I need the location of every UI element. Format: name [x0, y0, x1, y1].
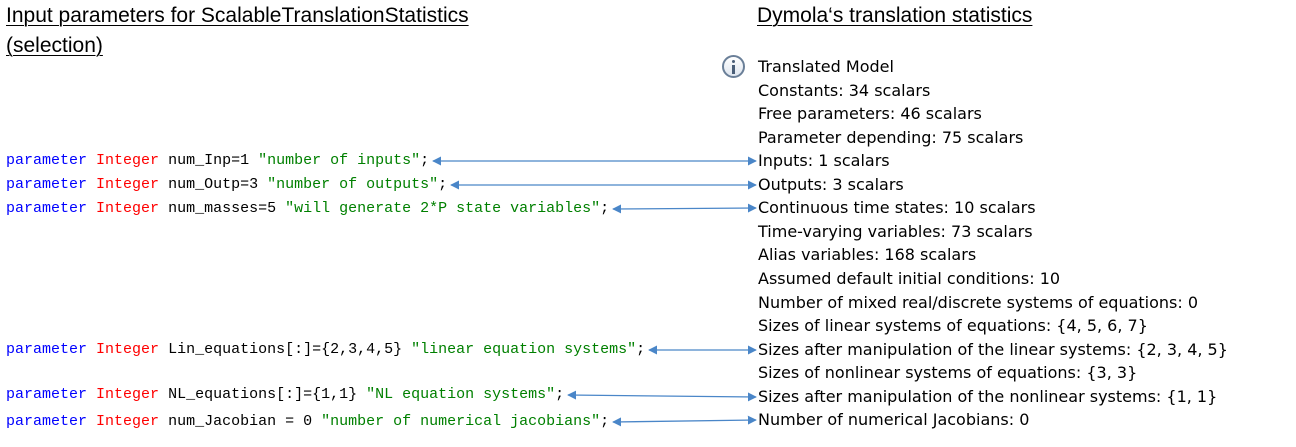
stat-line: Time-varying variables: 73 scalars [758, 222, 1033, 241]
code-terminator: ; [636, 341, 646, 358]
code-keyword: parameter [6, 200, 88, 217]
code-declaration: NL_equations[:]={1,1} [168, 386, 367, 403]
stat-line: Parameter depending: 75 scalars [758, 128, 1024, 147]
stat-line: Outputs: 3 scalars [758, 175, 904, 194]
code-type: Integer [96, 200, 160, 217]
code-type: Integer [96, 413, 160, 430]
code-keyword: parameter [6, 176, 88, 193]
stat-line: Sizes of nonlinear systems of equations:… [758, 363, 1138, 382]
code-declaration: num_Inp=1 [168, 152, 259, 169]
code-terminator: ; [555, 386, 565, 403]
code-string: "will generate 2*P state variables" [285, 200, 601, 217]
code-declaration: num_masses=5 [168, 200, 286, 217]
connector-arrow [612, 415, 757, 427]
connector-arrow [567, 390, 757, 402]
code-terminator: ; [438, 176, 448, 193]
code-type: Integer [96, 176, 160, 193]
code-type: Integer [96, 386, 160, 403]
stat-line: Sizes after manipulation of the linear s… [758, 340, 1228, 359]
stat-line: Free parameters: 46 scalars [758, 104, 982, 123]
code-string: "linear equation systems" [411, 341, 637, 358]
stat-line: Alias variables: 168 scalars [758, 245, 977, 264]
code-keyword: parameter [6, 413, 88, 430]
code-declaration: Lin_equations[:]={2,3,4,5} [168, 341, 412, 358]
code-line: parameter Integer num_Inp=1 "number of i… [6, 151, 429, 171]
code-type: Integer [96, 341, 160, 358]
code-string: "number of inputs" [258, 152, 421, 169]
code-terminator: ; [600, 200, 610, 217]
code-type: Integer [96, 152, 160, 169]
code-terminator: ; [420, 152, 430, 169]
stat-line: Sizes of linear systems of equations: {4… [758, 316, 1148, 335]
stat-line: Sizes after manipulation of the nonlinea… [758, 387, 1218, 406]
code-line: parameter Integer num_masses=5 "will gen… [6, 199, 609, 219]
stat-line: Continuous time states: 10 scalars [758, 198, 1036, 217]
code-line: parameter Integer NL_equations[:]={1,1} … [6, 385, 564, 405]
code-string: "number of outputs" [267, 176, 439, 193]
stats-title: Translated Model [758, 57, 894, 76]
code-string: "NL equation systems" [366, 386, 556, 403]
stat-line: Constants: 34 scalars [758, 81, 931, 100]
code-line: parameter Integer num_Jacobian = 0 "numb… [6, 412, 609, 432]
code-string: "number of numerical jacobians" [321, 413, 601, 430]
code-declaration: num_Outp=3 [168, 176, 268, 193]
code-keyword: parameter [6, 152, 88, 169]
connector-arrow [612, 203, 757, 214]
code-keyword: parameter [6, 341, 88, 358]
stat-line: Inputs: 1 scalars [758, 151, 890, 170]
code-line: parameter Integer num_Outp=3 "number of … [6, 175, 447, 195]
code-line: parameter Integer Lin_equations[:]={2,3,… [6, 340, 645, 360]
stat-line: Number of mixed real/discrete systems of… [758, 293, 1199, 312]
code-declaration: num_Jacobian = 0 [168, 413, 322, 430]
code-terminator: ; [600, 413, 610, 430]
code-keyword: parameter [6, 386, 88, 403]
stat-line: Number of numerical Jacobians: 0 [758, 410, 1030, 429]
stat-line: Assumed default initial conditions: 10 [758, 269, 1061, 288]
